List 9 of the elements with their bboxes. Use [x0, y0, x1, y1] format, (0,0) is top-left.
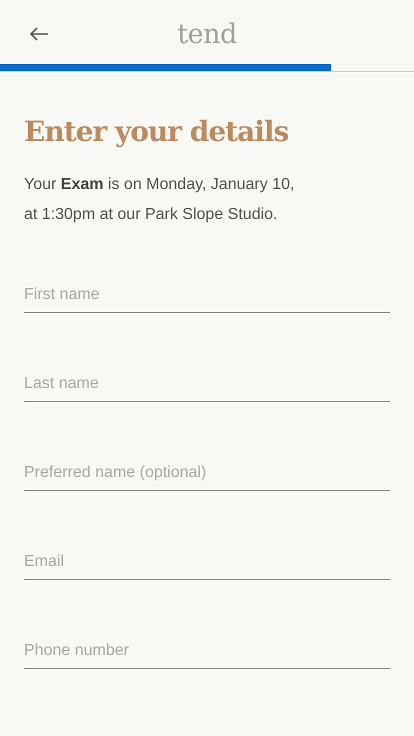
back-button[interactable]	[28, 26, 50, 42]
appointment-description: Your Exam is on Monday, January 10, at 1:30pm at our Park Slope Studio.	[24, 175, 296, 225]
page-title: Enter your details	[24, 114, 290, 150]
input-field[interactable]: Last name	[24, 369, 390, 402]
input-field[interactable]: Email	[24, 547, 390, 580]
logo: tend	[177, 18, 237, 50]
input-field[interactable]: First name	[24, 280, 390, 313]
input-field[interactable]: Preferred name (optional)	[24, 458, 390, 491]
input-field[interactable]: Phone number	[24, 636, 390, 669]
